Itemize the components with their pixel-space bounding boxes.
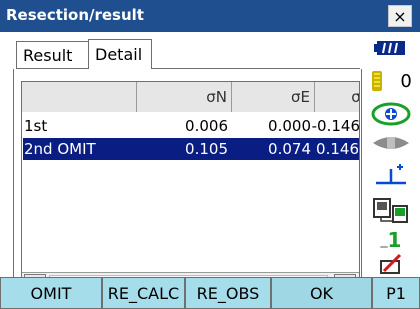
omit-softkey[interactable]: OMIT bbox=[0, 277, 102, 309]
row-sigma-e: 0.000 bbox=[268, 117, 311, 135]
row-name: 1st bbox=[24, 117, 48, 135]
tilt-icon[interactable] bbox=[362, 160, 420, 188]
ok-softkey[interactable]: OK bbox=[271, 277, 372, 309]
column-header-name[interactable] bbox=[22, 82, 137, 112]
input-mode-icon[interactable]: _ 1 bbox=[362, 228, 420, 252]
column-header-sigma-e[interactable]: σE bbox=[232, 82, 315, 112]
row-sigma-z: 0.146 bbox=[316, 140, 359, 158]
tab-result[interactable]: Result bbox=[16, 41, 91, 69]
column-header-sigma-n[interactable]: σN bbox=[137, 82, 232, 112]
title-bar: Resection/result × bbox=[0, 0, 420, 32]
memory-status[interactable]: 0 bbox=[362, 68, 420, 94]
detail-table: σN σE σZ 1st 0.006 0.000 -0.146 2nd OMIT… bbox=[21, 81, 360, 295]
window-title: Resection/result bbox=[6, 6, 144, 24]
input-mode-value: 1 bbox=[387, 228, 402, 252]
status-icon-bar: 0 _ 1 bbox=[362, 32, 420, 275]
pen-icon[interactable] bbox=[362, 252, 420, 276]
row-sigma-n: 0.006 bbox=[185, 117, 228, 135]
p1-softkey[interactable]: P1 bbox=[372, 277, 420, 309]
column-header-sigma-z[interactable]: σZ bbox=[315, 82, 359, 112]
row-sigma-z: -0.146 bbox=[311, 117, 360, 135]
row-sigma-n: 0.105 bbox=[185, 140, 228, 158]
table-header: σN σE σZ bbox=[22, 82, 359, 112]
re-calc-softkey[interactable]: RE_CALC bbox=[102, 277, 185, 309]
tab-detail[interactable]: Detail bbox=[88, 39, 152, 69]
target-prism-icon[interactable] bbox=[362, 100, 420, 128]
battery-icon[interactable] bbox=[362, 37, 420, 59]
memory-card-icon bbox=[372, 71, 383, 91]
close-button[interactable]: × bbox=[388, 5, 412, 27]
softkey-bar: OMIT RE_CALC RE_OBS OK P1 bbox=[0, 277, 420, 309]
communication-icon[interactable] bbox=[362, 195, 420, 225]
re-obs-softkey[interactable]: RE_OBS bbox=[185, 277, 271, 309]
row-sigma-e: 0.074 bbox=[268, 140, 311, 158]
status-count: 0 bbox=[400, 70, 412, 92]
table-row[interactable]: 2nd OMIT 0.105 0.074 0.146 bbox=[22, 137, 359, 161]
laser-icon[interactable] bbox=[362, 132, 420, 154]
row-name: 2nd OMIT bbox=[24, 140, 96, 158]
table-row[interactable]: 1st 0.006 0.000 -0.146 bbox=[22, 115, 360, 137]
